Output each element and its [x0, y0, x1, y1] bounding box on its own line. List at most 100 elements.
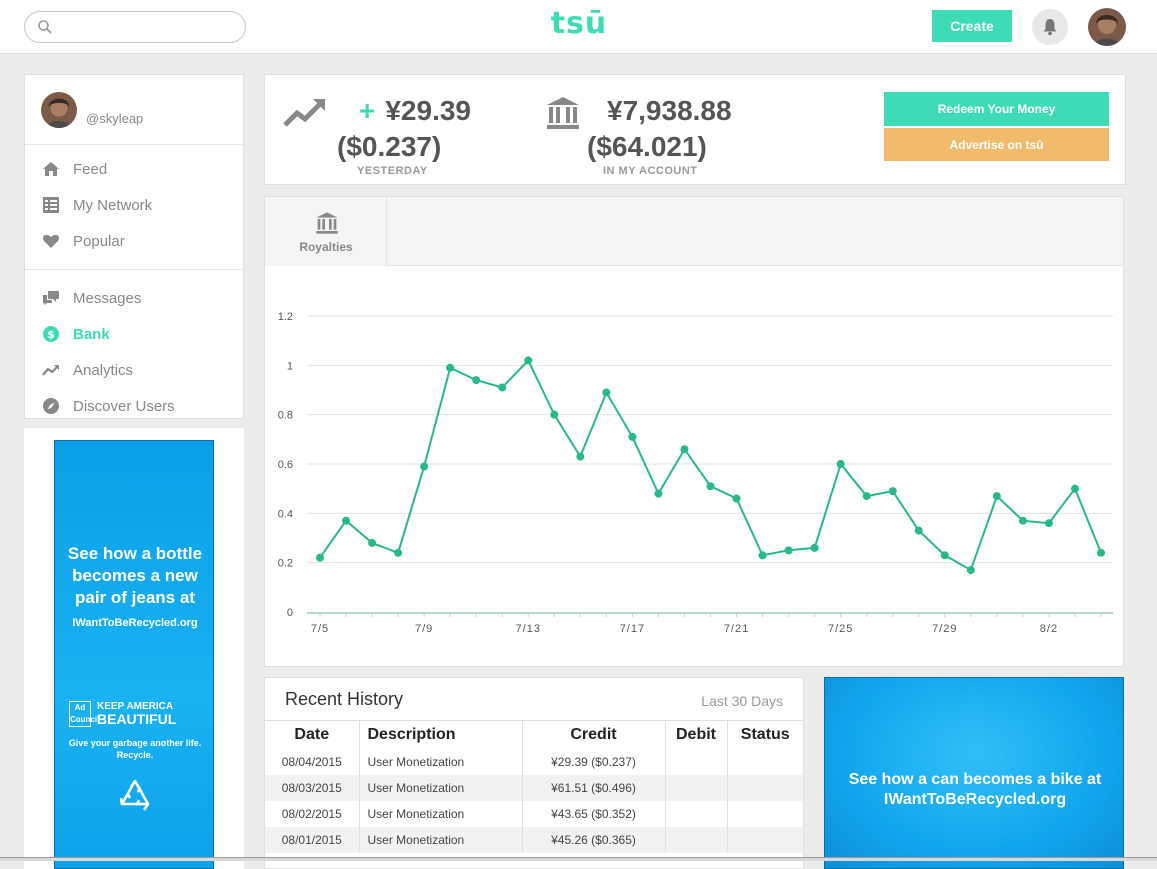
data-point	[368, 538, 377, 547]
recycle-can-ad[interactable]: See how a can becomes a bike at IWantToB…	[824, 677, 1124, 869]
sidebar-item-label: Bank	[73, 325, 110, 343]
data-point	[1070, 484, 1079, 493]
cell-date: 08/04/2015	[265, 748, 360, 775]
dollar-icon: $	[41, 325, 61, 343]
royalties-chart-card: Royalties 0 0.2 0.4 0.6 0.8 1 1.2 7/5 7/9 7/13 7/1…	[264, 196, 1124, 667]
data-point	[888, 487, 897, 496]
table-row: 08/04/2015 User Monetization ¥29.39 ($0.…	[265, 748, 803, 775]
avatar[interactable]	[41, 92, 77, 128]
sidebar-item-label: Discover Users	[73, 397, 175, 415]
redeem-money-button[interactable]: Redeem Your Money	[884, 92, 1109, 126]
cell-status	[727, 826, 803, 853]
search-box[interactable]	[24, 11, 246, 43]
chart-tabs: Royalties	[265, 197, 1123, 266]
profile-summary[interactable]: @skyleap	[25, 75, 243, 145]
history-title: Recent History	[285, 689, 404, 709]
search-icon	[38, 20, 52, 34]
table-header-row: Date Description Credit Debit Status	[265, 720, 803, 749]
data-point	[446, 363, 455, 372]
sidebar-item-my-network[interactable]: My Network	[25, 187, 243, 223]
avatar[interactable]	[1088, 8, 1126, 46]
sidebar-item-label: Popular	[73, 232, 125, 250]
data-point	[732, 494, 741, 503]
top-bar: tsū Create	[0, 0, 1157, 54]
x-tick-label: 7/21	[724, 623, 749, 635]
cell-status	[727, 801, 803, 827]
cell-credit: ¥45.26 ($0.365)	[522, 826, 666, 853]
notifications-button[interactable]	[1032, 9, 1068, 45]
data-point	[992, 492, 1001, 501]
y-tick-label: 1.2	[278, 311, 293, 323]
y-tick-label: 0.8	[278, 410, 293, 422]
data-point	[914, 526, 923, 535]
tab-royalties[interactable]: Royalties	[265, 197, 387, 266]
x-tick-label: 7/9	[415, 623, 433, 635]
sidebar-item-messages[interactable]: Messages	[25, 280, 243, 316]
sidebar: @skyleap Feed My Network Popular Message…	[24, 74, 244, 419]
account-usd: ($64.021)	[587, 131, 707, 162]
advertise-button[interactable]: Advertise on tsū	[884, 128, 1109, 161]
recycle-ad-banner[interactable]: See how a bottle becomes a new pair of j…	[54, 440, 214, 869]
y-tick-label: 1	[287, 360, 293, 372]
data-point	[1018, 516, 1027, 525]
column-header-status[interactable]: Status	[727, 720, 803, 749]
sidebar-item-popular[interactable]: Popular	[25, 223, 243, 259]
data-point	[602, 388, 611, 397]
recent-history: Recent History Last 30 Days Date Descrip…	[264, 677, 804, 869]
data-point	[784, 546, 793, 555]
cell-description: User Monetization	[359, 800, 523, 827]
data-point	[862, 492, 871, 501]
cell-status	[727, 774, 803, 801]
sidebar-item-discover-users[interactable]: Discover Users	[25, 388, 243, 424]
cell-credit: ¥29.39 ($0.237)	[522, 748, 666, 775]
y-tick-label: 0.6	[278, 459, 293, 471]
data-point	[394, 548, 403, 557]
y-tick-label: 0	[287, 607, 293, 619]
create-button[interactable]: Create	[932, 10, 1012, 42]
kab-logo: Ad Council KEEP AMERICA BEAUTIFUL	[69, 701, 203, 729]
left-ad-container: See how a bottle becomes a new pair of j…	[24, 428, 244, 869]
column-header-date[interactable]: Date	[265, 720, 360, 749]
svg-text:$: $	[47, 328, 55, 341]
tsu-logo[interactable]: tsū	[549, 6, 609, 46]
sidebar-item-bank[interactable]: $ Bank	[25, 316, 243, 352]
table-row: 08/03/2015 User Monetization ¥61.51 ($0.…	[265, 774, 803, 801]
home-icon	[41, 160, 61, 178]
brand-line-2: BEAUTIFUL	[97, 711, 177, 727]
sidebar-item-feed[interactable]: Feed	[25, 151, 243, 187]
data-point	[628, 432, 637, 441]
column-header-credit[interactable]: Credit	[522, 720, 666, 749]
x-tick-label: 8/2	[1040, 623, 1058, 635]
ad-url: IWantToBeRecycled.org	[72, 617, 198, 629]
x-tick-label: 7/29	[932, 623, 957, 635]
bank-icon	[316, 212, 338, 234]
cell-debit	[665, 826, 728, 853]
chat-icon	[41, 289, 61, 307]
data-point	[498, 383, 507, 392]
cell-description: User Monetization	[359, 826, 523, 853]
column-header-debit[interactable]: Debit	[665, 720, 728, 749]
sidebar-item-label: My Network	[73, 196, 153, 214]
yesterday-usd: ($0.237)	[337, 131, 442, 162]
recycle-icon	[119, 779, 150, 811]
ad-council-logo: Ad Council	[69, 701, 99, 727]
cell-debit	[665, 748, 728, 775]
column-header-description[interactable]: Description	[359, 720, 523, 749]
bell-icon	[1043, 19, 1057, 36]
data-point	[550, 410, 559, 419]
history-range[interactable]: Last 30 Days	[701, 693, 783, 709]
table-row: 08/02/2015 User Monetization ¥43.65 ($0.…	[265, 800, 803, 827]
data-point	[1097, 548, 1105, 557]
cell-status	[727, 749, 803, 775]
y-tick-label: 0.4	[278, 508, 293, 520]
sidebar-item-label: Feed	[73, 160, 108, 178]
x-tick-label: 7/25	[828, 623, 853, 635]
data-point	[420, 462, 429, 471]
sidebar-item-label: Analytics	[73, 361, 134, 379]
account-label: IN MY ACCOUNT	[603, 165, 698, 177]
cell-description: User Monetization	[359, 774, 523, 801]
data-point	[758, 551, 767, 560]
sidebar-item-analytics[interactable]: Analytics	[25, 352, 243, 388]
cell-date: 08/02/2015	[265, 800, 360, 827]
search-input[interactable]	[59, 18, 239, 38]
